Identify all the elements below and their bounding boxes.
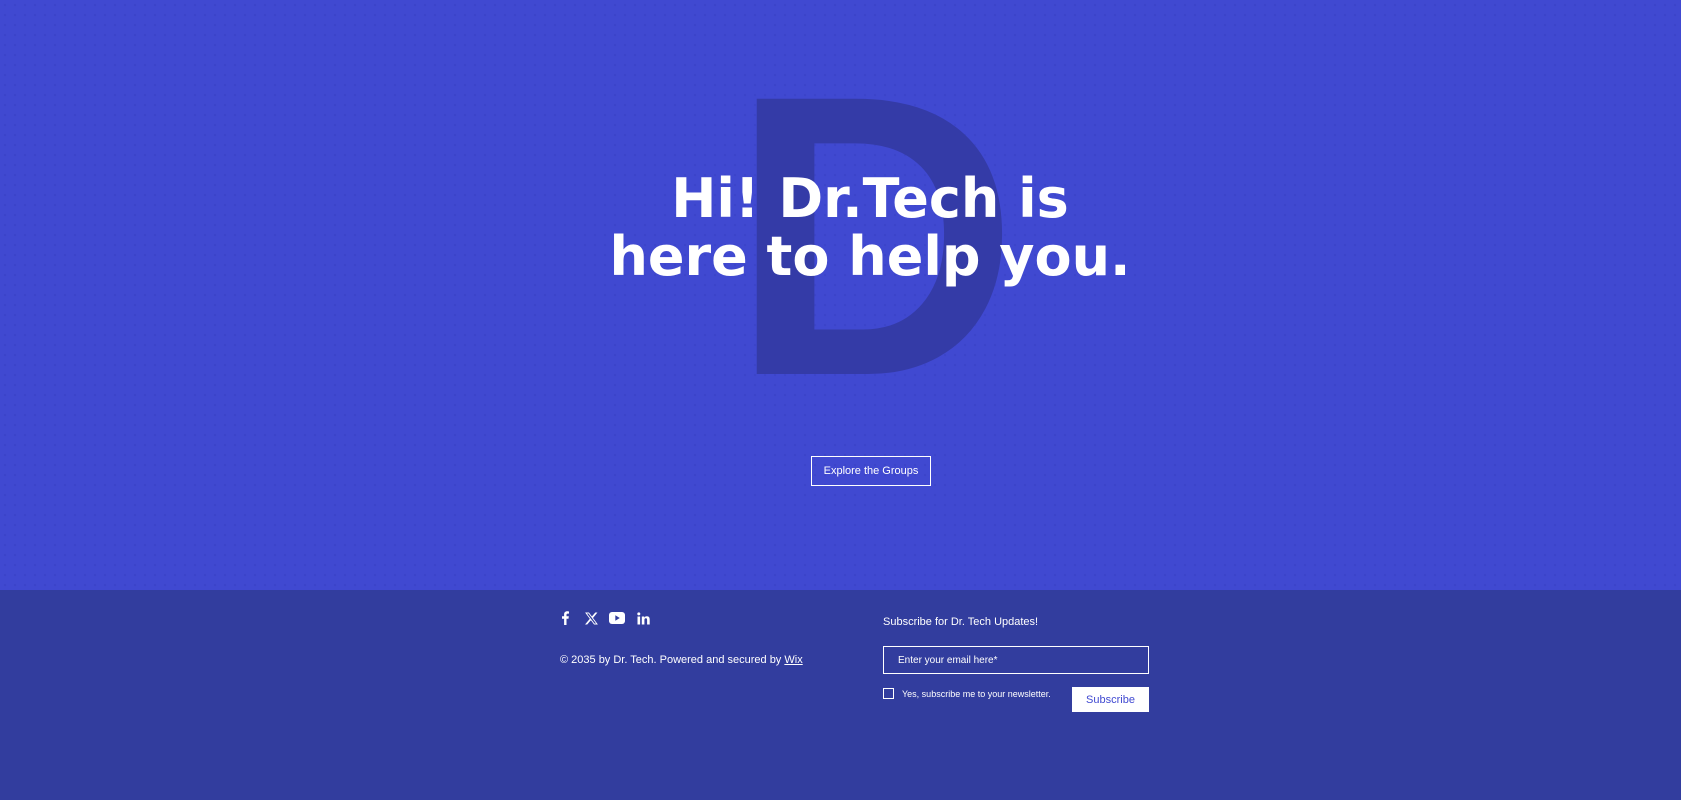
youtube-icon[interactable] [609,610,625,626]
headline-line-2: here to help you. [609,225,1131,288]
footer: © 2035 by Dr. Tech. Powered and secured … [0,590,1681,800]
subscribe-button[interactable]: Subscribe [1072,687,1149,712]
wix-link[interactable]: Wix [784,654,802,666]
facebook-icon[interactable] [557,610,573,626]
newsletter-label: Yes, subscribe me to your newsletter. [902,688,1051,699]
hero-headline: Hi! Dr.Tech is here to help you. [560,170,1180,286]
copyright-label: © 2035 by Dr. Tech. Powered and secured … [560,654,785,666]
hero-section: D Hi! Dr.Tech is here to help you. Explo… [0,0,1681,590]
email-field[interactable] [883,646,1149,674]
linkedin-icon[interactable] [635,610,651,626]
x-icon[interactable] [583,610,599,626]
social-links [557,610,651,626]
copyright-text: © 2035 by Dr. Tech. Powered and secured … [560,654,803,666]
subscribe-title: Subscribe for Dr. Tech Updates! [883,616,1039,628]
headline-line-1: Hi! Dr.Tech is [671,167,1069,230]
newsletter-checkbox[interactable] [883,688,894,699]
explore-groups-button[interactable]: Explore the Groups [811,456,931,486]
newsletter-option: Yes, subscribe me to your newsletter. [883,688,1051,699]
